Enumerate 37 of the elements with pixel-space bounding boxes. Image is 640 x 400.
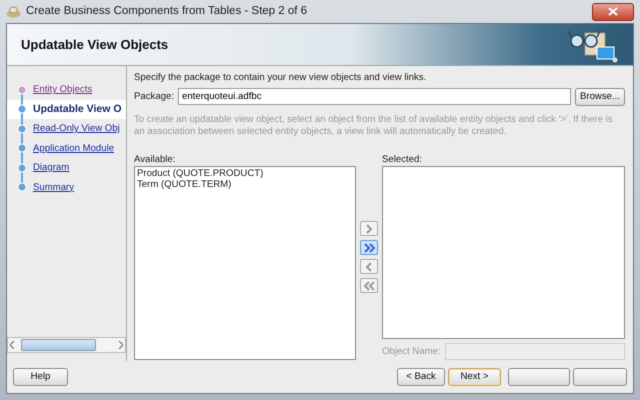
available-label: Available: bbox=[134, 154, 176, 166]
instructions-text: To create an updatable view object, select an object from the list of available entity objects and click '>'. If there is an association between selected entity objects, a view link will automatically be created. bbox=[134, 114, 614, 138]
current-step: Updatable View O bbox=[33, 102, 122, 116]
next-button[interactable]: Next > bbox=[448, 368, 501, 386]
list-item[interactable]: Product (QUOTE.PRODUCT) bbox=[137, 168, 264, 180]
back-button[interactable]: < Back bbox=[397, 368, 445, 386]
app-icon bbox=[6, 5, 21, 18]
close-icon bbox=[608, 7, 618, 16]
blank-button[interactable] bbox=[573, 368, 627, 386]
window-title: Create Business Components from Tables - Step 2 of 6 bbox=[26, 4, 308, 18]
blank-button[interactable] bbox=[508, 368, 570, 386]
available-list[interactable]: Product (QUOTE.PRODUCT) Term (QUOTE.TERM) bbox=[134, 166, 356, 360]
package-field[interactable]: enterquoteui.adfbc bbox=[178, 88, 571, 105]
step-link[interactable]: Summary bbox=[33, 182, 74, 193]
move-button[interactable] bbox=[360, 240, 378, 256]
scrollbar-thumb[interactable] bbox=[21, 339, 96, 351]
close-button[interactable] bbox=[592, 2, 634, 20]
step-link[interactable]: Entity Objects bbox=[33, 84, 92, 96]
step-link[interactable]: Read-Only View Obj bbox=[33, 123, 120, 134]
step-link[interactable]: Diagram bbox=[33, 162, 70, 174]
step-node-icon bbox=[17, 158, 27, 178]
help-button[interactable]: Help bbox=[13, 368, 68, 386]
object-name-label: Object Name: bbox=[382, 346, 441, 358]
browse-button[interactable]: Browse... bbox=[575, 88, 625, 106]
step-link[interactable]: Application Module bbox=[33, 142, 114, 154]
page-heading: Updatable View Objects bbox=[21, 36, 168, 52]
double-chevron-left-icon bbox=[364, 280, 374, 291]
list-item[interactable]: Term (QUOTE.TERM) bbox=[137, 179, 232, 191]
step-node-icon bbox=[17, 138, 27, 158]
selected-label: Selected: bbox=[382, 154, 424, 166]
horizontal-scrollbar[interactable] bbox=[7, 337, 126, 353]
package-description: Specify the package to contain your new view objects and view links. bbox=[134, 72, 428, 84]
step-node-icon bbox=[17, 118, 27, 139]
chevron-left-icon bbox=[364, 262, 374, 272]
double-chevron-right-icon bbox=[364, 242, 374, 253]
chevron-right-icon bbox=[364, 224, 374, 234]
package-label: Package: bbox=[134, 90, 174, 102]
